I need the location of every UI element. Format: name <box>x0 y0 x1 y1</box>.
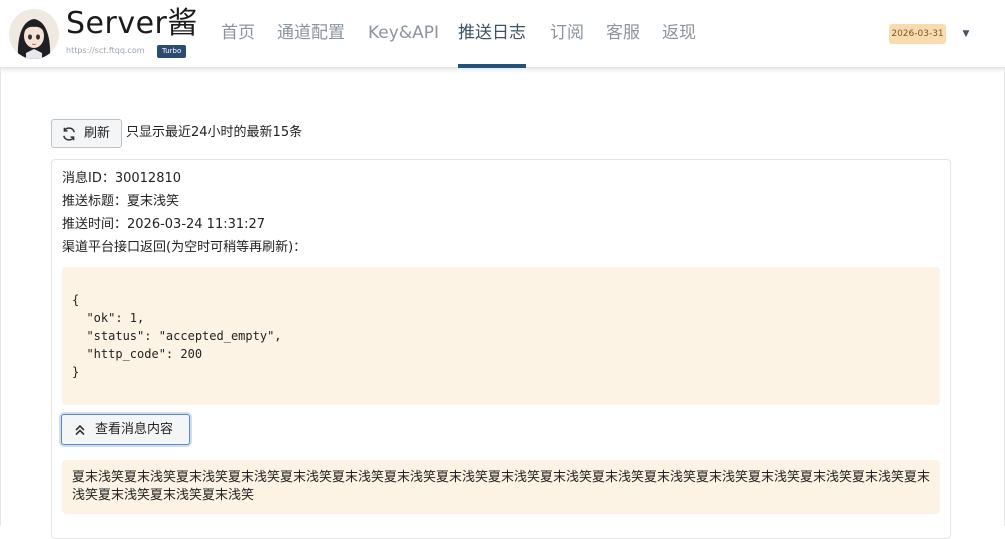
brand-url: https://sct.ftqq.com <box>66 46 145 55</box>
refresh-button[interactable]: 刷新 <box>51 119 122 148</box>
expire-date-badge[interactable]: 2026-03-31 <box>889 24 946 44</box>
nav-item-channel-config[interactable]: 通道配置 <box>277 0 345 68</box>
message-time: 推送时间：2026-03-24 11:31:27 <box>62 217 266 232</box>
nav-item-key-api[interactable]: Key&API <box>368 0 439 68</box>
caret-down-icon[interactable]: ▼ <box>958 24 974 44</box>
message-title: 推送标题：夏末浅笑 <box>62 194 180 209</box>
message-id: 消息ID：30012810 <box>62 171 182 186</box>
nav-item-support[interactable]: 客服 <box>606 0 640 68</box>
top-navbar: Server酱 https://sct.ftqq.com Turbo 首页 通道… <box>0 0 1005 68</box>
logo-avatar[interactable] <box>9 9 59 59</box>
nav-item-home[interactable]: 首页 <box>221 0 255 68</box>
chevrons-up-icon <box>73 423 87 437</box>
view-message-content-label: 查看消息内容 <box>95 422 174 437</box>
channel-response-code: { "ok": 1, "status": "accepted_empty", "… <box>62 267 940 405</box>
log-limit-hint: 只显示最近24小时的最新15条 <box>126 125 303 140</box>
nav-item-cashback[interactable]: 返现 <box>662 0 696 68</box>
nav-item-subscribe[interactable]: 订阅 <box>550 0 584 68</box>
nav-item-push-log[interactable]: 推送日志 <box>458 0 526 68</box>
refresh-button-label: 刷新 <box>84 126 111 141</box>
view-message-content-button[interactable]: 查看消息内容 <box>61 414 190 445</box>
refresh-icon <box>61 126 77 142</box>
channel-response-json: { "ok": 1, "status": "accepted_empty", "… <box>72 293 282 379</box>
brand-title[interactable]: Server酱 <box>66 4 198 44</box>
message-content-box: 夏末浅笑夏末浅笑夏末浅笑夏末浅笑夏末浅笑夏末浅笑夏末浅笑夏末浅笑夏末浅笑夏末浅笑… <box>62 460 940 514</box>
channel-response-label: 渠道平台接口返回(为空时可稍等再刷新)： <box>62 240 307 255</box>
turbo-badge: Turbo <box>157 45 187 58</box>
anime-girl-avatar-icon <box>9 9 59 59</box>
message-content-text: 夏末浅笑夏末浅笑夏末浅笑夏末浅笑夏末浅笑夏末浅笑夏末浅笑夏末浅笑夏末浅笑夏末浅笑… <box>72 470 931 503</box>
